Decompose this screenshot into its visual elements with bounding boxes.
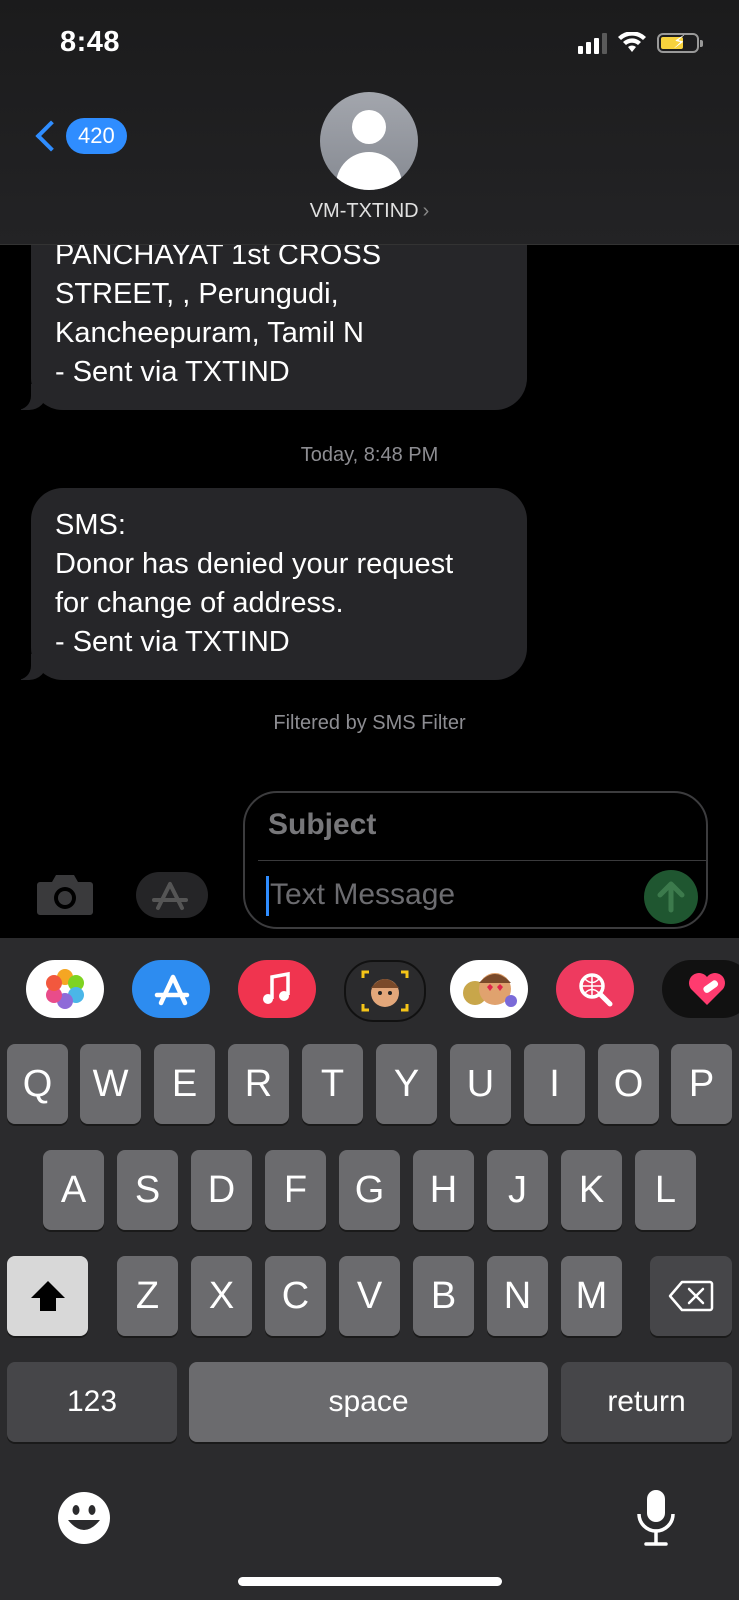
key-t[interactable]: T xyxy=(302,1044,363,1124)
key-g[interactable]: G xyxy=(339,1150,400,1230)
message-bubble[interactable]: SMS: Donor has denied your request for c… xyxy=(11,488,527,680)
send-button[interactable] xyxy=(644,870,698,924)
key-u[interactable]: U xyxy=(450,1044,511,1124)
shift-arrow-icon xyxy=(30,1281,65,1311)
app-store-icon xyxy=(152,882,188,910)
back-button[interactable]: 420 xyxy=(32,118,127,154)
space-key[interactable]: space xyxy=(189,1362,548,1442)
app-store-button[interactable] xyxy=(136,872,208,918)
key-y[interactable]: Y xyxy=(376,1044,437,1124)
shift-key[interactable] xyxy=(7,1256,88,1336)
keyboard: Q W E R T Y U I O P A S D F G H J K L Z … xyxy=(0,938,739,1600)
contact-avatar[interactable] xyxy=(320,92,418,190)
web-search-icon[interactable] xyxy=(556,960,634,1018)
camera-icon[interactable] xyxy=(36,872,94,916)
key-h[interactable]: H xyxy=(413,1150,474,1230)
key-n[interactable]: N xyxy=(487,1256,548,1336)
return-key[interactable]: return xyxy=(561,1362,732,1442)
key-c[interactable]: C xyxy=(265,1256,326,1336)
conversation-header: 8:48 ⚡ 420 VM-TXTIND › xyxy=(0,0,739,245)
key-e[interactable]: E xyxy=(154,1044,215,1124)
backspace-icon xyxy=(668,1280,714,1312)
arrow-up-icon xyxy=(657,881,685,913)
key-i[interactable]: I xyxy=(524,1044,585,1124)
key-p[interactable]: P xyxy=(671,1044,732,1124)
chevron-left-icon xyxy=(35,120,67,152)
key-f[interactable]: F xyxy=(265,1150,326,1230)
key-k[interactable]: K xyxy=(561,1150,622,1230)
key-b[interactable]: B xyxy=(413,1256,474,1336)
key-a[interactable]: A xyxy=(43,1150,104,1230)
wifi-icon xyxy=(618,32,646,52)
music-icon[interactable] xyxy=(238,960,316,1018)
message-input[interactable]: Text Message xyxy=(270,878,455,912)
photos-icon[interactable] xyxy=(26,960,104,1018)
heart-sticker-icon[interactable] xyxy=(662,960,739,1018)
key-j[interactable]: J xyxy=(487,1150,548,1230)
key-v[interactable]: V xyxy=(339,1256,400,1336)
cellular-signal-icon xyxy=(578,32,607,54)
key-m[interactable]: M xyxy=(561,1256,622,1336)
app-store-icon[interactable] xyxy=(132,960,210,1018)
key-x[interactable]: X xyxy=(191,1256,252,1336)
battery-charging-icon: ⚡ xyxy=(657,32,703,53)
home-indicator[interactable] xyxy=(238,1577,502,1586)
key-o[interactable]: O xyxy=(598,1044,659,1124)
key-q[interactable]: Q xyxy=(7,1044,68,1124)
unread-count-badge: 420 xyxy=(66,118,127,154)
person-icon xyxy=(352,110,386,144)
microphone-icon[interactable] xyxy=(634,1488,678,1548)
filter-note: Filtered by SMS Filter xyxy=(273,712,466,734)
imessage-app-strip xyxy=(0,938,739,1042)
key-s[interactable]: S xyxy=(117,1150,178,1230)
status-time: 8:48 xyxy=(60,26,121,58)
subject-field[interactable]: Subject xyxy=(268,808,376,842)
memoji-stickers-icon[interactable] xyxy=(450,960,528,1018)
contact-name: VM-TXTIND xyxy=(309,200,419,222)
compose-divider xyxy=(258,860,706,861)
emoji-icon[interactable] xyxy=(56,1490,112,1546)
numbers-key[interactable]: 123 xyxy=(7,1362,177,1442)
key-w[interactable]: W xyxy=(80,1044,141,1124)
text-cursor xyxy=(266,876,269,916)
contact-name-button[interactable]: VM-TXTIND › xyxy=(0,200,739,223)
key-d[interactable]: D xyxy=(191,1150,252,1230)
memoji-camera-icon[interactable] xyxy=(344,960,426,1022)
key-z[interactable]: Z xyxy=(117,1256,178,1336)
status-icons: ⚡ xyxy=(578,32,703,54)
chevron-right-icon: › xyxy=(422,200,430,222)
delete-key[interactable] xyxy=(650,1256,732,1336)
key-r[interactable]: R xyxy=(228,1044,289,1124)
message-timestamp: Today, 8:48 PM xyxy=(300,444,439,466)
key-l[interactable]: L xyxy=(635,1150,696,1230)
